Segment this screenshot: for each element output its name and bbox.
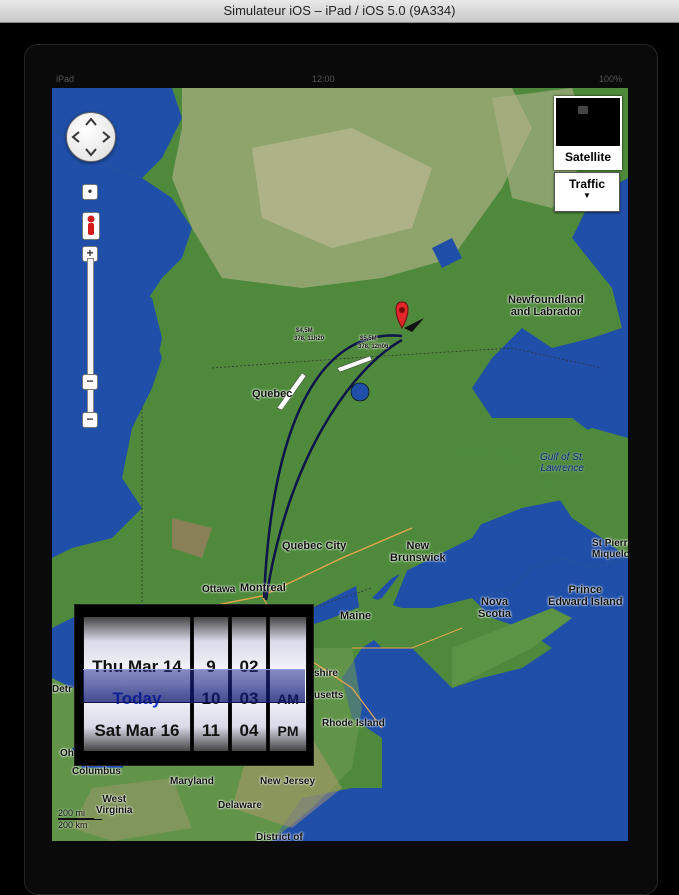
satellite-map-type-button[interactable]: Satellite <box>554 96 622 170</box>
map-label-quebec-city: Quebec City <box>282 540 347 552</box>
map-label-delaware: Delaware <box>218 800 262 811</box>
map-label-massachusetts: usetts <box>314 690 344 701</box>
map-label-hampshire: shire <box>314 668 338 679</box>
map-label-maryland: Maryland <box>170 776 214 787</box>
street-view-pegman-icon[interactable] <box>82 212 100 240</box>
window-title: Simulateur iOS – iPad / iOS 5.0 (9A334) <box>223 3 456 18</box>
zoom-out-button[interactable]: − <box>82 412 98 428</box>
pan-control[interactable] <box>66 112 116 162</box>
map-label-ohio: Oh <box>60 748 74 759</box>
flight-label-price: $5,5M <box>360 336 377 342</box>
scale-label-miles: 200 mi <box>58 808 94 819</box>
status-time: 12:00 <box>312 74 335 84</box>
satellite-thumbnail <box>578 106 588 114</box>
map-label-pei: Prince Edward Island <box>548 584 623 608</box>
map-label-montreal: Montreal <box>240 582 286 594</box>
map-label-columbus: Columbus <box>72 766 121 777</box>
window-titlebar: Simulateur iOS – iPad / iOS 5.0 (9A334) <box>0 0 679 23</box>
map-label-gulf: Gulf of St. Lawrence <box>540 452 585 474</box>
map-label-maine: Maine <box>340 610 372 622</box>
satellite-label: Satellite <box>556 146 620 168</box>
map-label-ottawa: Ottawa <box>202 584 236 595</box>
picker-item-ampm[interactable]: PM <box>270 723 306 739</box>
map-label-new-jersey: New Jersey <box>260 776 316 787</box>
map-label-quebec: Quebec <box>252 388 293 400</box>
dropdown-triangle-icon: ▼ <box>583 191 591 200</box>
status-bar: iPad 12:00 100% <box>52 74 628 86</box>
picker-item-hour[interactable]: 11 <box>194 721 228 741</box>
flight-label-info: 378, 12h06 <box>358 344 389 350</box>
status-battery: 100% <box>598 74 622 84</box>
picker-selection-indicator <box>83 669 305 703</box>
flight-label-info: 378, 11h20 <box>294 336 325 342</box>
map-label-rhode-island: Rhode Island <box>322 718 385 729</box>
map-label-district: District of <box>256 832 303 841</box>
pan-arrows-icon <box>71 117 111 157</box>
picker-item-date[interactable]: Sat Mar 16 <box>84 721 190 741</box>
traffic-layer-button[interactable]: Traffic ▼ <box>554 172 620 212</box>
traffic-label: Traffic <box>568 177 605 191</box>
map-label-nova-scotia: Nova Scotia <box>478 596 512 620</box>
map-label-st-pierre: St Pierre Miquelon <box>592 538 628 560</box>
status-carrier: iPad <box>56 74 75 84</box>
map-label-newfoundland: Newfoundland and Labrador <box>508 294 584 318</box>
zoom-slider-track[interactable] <box>87 258 94 420</box>
picker-item-minute[interactable]: 04 <box>232 721 266 741</box>
map-scale: 200 mi 200 km <box>58 808 146 834</box>
my-location-button[interactable]: • <box>82 184 98 200</box>
map-label-detroit: Detr <box>52 684 73 695</box>
date-picker[interactable]: Thu Mar 14 Today Sat Mar 16 9 10 11 02 0… <box>74 604 314 766</box>
scale-label-km: 200 km <box>58 819 102 830</box>
zoom-slider-thumb[interactable]: − <box>82 374 98 390</box>
map-label-new-brunswick: New Brunswick <box>390 540 446 564</box>
flight-label-price: $4,5M <box>296 328 313 334</box>
